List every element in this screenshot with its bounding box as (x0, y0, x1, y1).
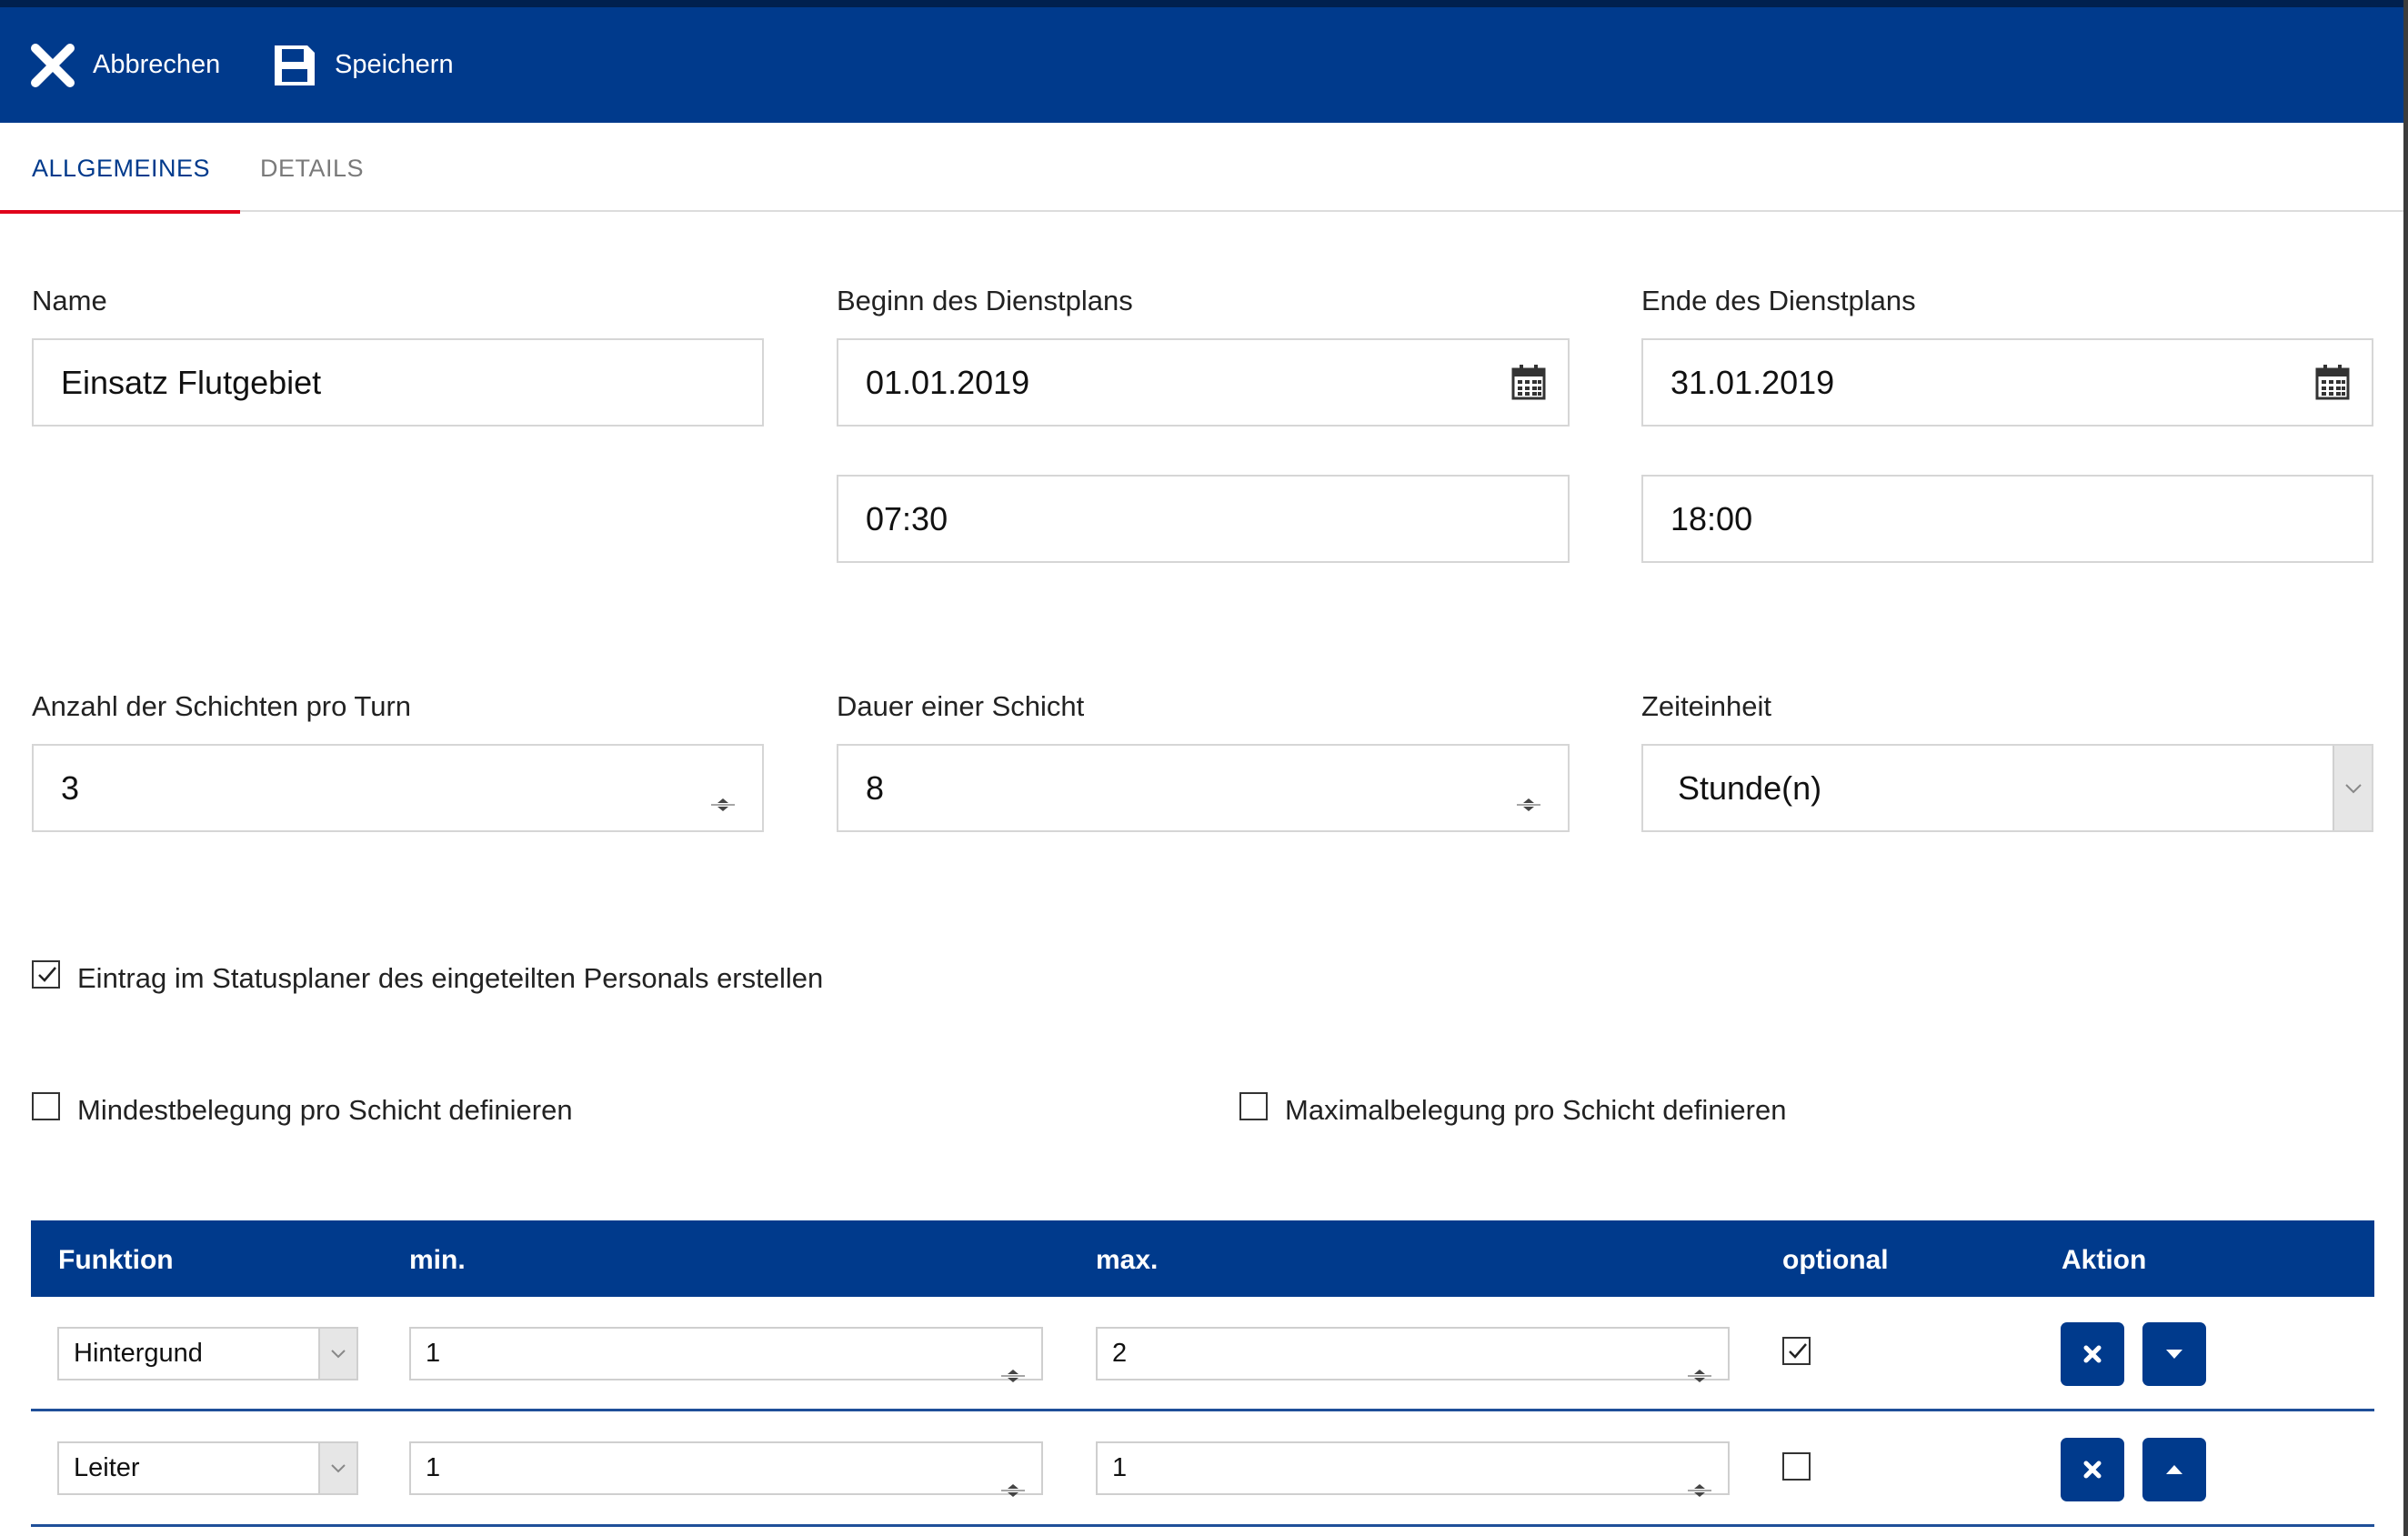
name-label: Name (32, 285, 107, 316)
max-value: 2 (1112, 1339, 1128, 1368)
begin-date-input[interactable]: 01.01.2019 (837, 338, 1570, 427)
chevron-down-icon[interactable] (318, 1443, 356, 1493)
column-header-optional: optional (1782, 1245, 1889, 1275)
function-select[interactable]: Hintergund (57, 1327, 358, 1380)
shifts-per-turn-value: 3 (61, 768, 80, 807)
begin-date-value: 01.01.2019 (866, 363, 1030, 401)
save-button[interactable]: Speichern (272, 7, 454, 123)
end-date-input[interactable]: 31.01.2019 (1641, 338, 2373, 427)
min-value: 1 (426, 1453, 441, 1482)
floppy-disk-icon (272, 43, 317, 88)
min-occupancy-checkbox[interactable] (32, 1092, 60, 1120)
delete-row-button[interactable] (2061, 1322, 2124, 1386)
column-header-action: Aktion (2062, 1245, 2147, 1275)
shift-duration-input[interactable]: 8 (837, 744, 1570, 832)
end-label: Ende des Dienstplans (1641, 285, 1916, 316)
cancel-button[interactable]: Abbrechen (30, 7, 220, 123)
table-header: Funktion min. max. optional Aktion (31, 1220, 2374, 1297)
tab-allgemeines[interactable]: ALLGEMEINES (0, 123, 241, 214)
end-date-value: 31.01.2019 (1671, 363, 1835, 401)
toolbar: Abbrechen Speichern (0, 0, 2403, 123)
time-unit-value: Stunde(n) (1678, 768, 1822, 807)
name-value: Einsatz Flutgebiet (61, 363, 322, 401)
save-label: Speichern (335, 50, 454, 79)
end-time-value: 18:00 (1671, 499, 1753, 537)
spinner-arrows-icon[interactable] (709, 783, 737, 821)
shifts-per-turn-label: Anzahl der Schichten pro Turn (32, 690, 412, 722)
optional-checkbox[interactable] (1782, 1337, 1811, 1365)
tab-details[interactable]: DETAILS (260, 123, 364, 212)
min-input[interactable]: 1 (409, 1327, 1043, 1382)
max-input[interactable]: 1 (1096, 1441, 1730, 1497)
column-header-max: max. (1096, 1245, 1159, 1275)
spinner-arrows-icon[interactable] (999, 1465, 1027, 1515)
shift-duration-label: Dauer einer Schicht (837, 690, 1085, 722)
end-time-input[interactable]: 18:00 (1641, 475, 2373, 563)
max-input[interactable]: 2 (1096, 1327, 1730, 1382)
caret-down-icon (2166, 1350, 2182, 1359)
function-value: Hintergund (74, 1339, 203, 1368)
close-icon (30, 43, 75, 88)
status-entry-checkbox[interactable] (32, 960, 60, 989)
spinner-arrows-icon[interactable] (1686, 1465, 1713, 1515)
column-header-min: min. (409, 1245, 466, 1275)
column-header-function: Funktion (58, 1245, 174, 1275)
check-icon (1789, 1343, 1807, 1359)
shifts-per-turn-input[interactable]: 3 (32, 744, 764, 832)
move-up-button[interactable] (2142, 1438, 2206, 1501)
spinner-arrows-icon[interactable] (1686, 1350, 1713, 1400)
max-occupancy-label: Maximalbelegung pro Schicht definieren (1285, 1094, 1787, 1126)
min-occupancy-label: Mindestbelegung pro Schicht definieren (77, 1094, 573, 1126)
status-entry-label: Eintrag im Statusplaner des eingeteilten… (77, 962, 824, 994)
check-icon (38, 967, 56, 982)
begin-time-input[interactable]: 07:30 (837, 475, 1570, 563)
move-down-button[interactable] (2142, 1322, 2206, 1386)
max-value: 1 (1112, 1453, 1128, 1482)
chevron-down-icon[interactable] (318, 1329, 356, 1379)
close-icon (2083, 1461, 2102, 1479)
min-input[interactable]: 1 (409, 1441, 1043, 1497)
function-value: Leiter (74, 1453, 140, 1482)
spinner-arrows-icon[interactable] (1515, 783, 1542, 821)
close-icon (2083, 1345, 2102, 1363)
calendar-icon[interactable] (2315, 364, 2350, 408)
window-border (2403, 0, 2408, 1536)
chevron-down-icon[interactable] (2333, 746, 2372, 830)
tab-bar: ALLGEMEINES DETAILS (0, 123, 2403, 214)
begin-time-value: 07:30 (866, 499, 948, 537)
begin-label: Beginn des Dienstplans (837, 285, 1133, 316)
delete-row-button[interactable] (2061, 1438, 2124, 1501)
row-divider (31, 1524, 2374, 1527)
shift-duration-value: 8 (866, 768, 885, 807)
min-value: 1 (426, 1339, 441, 1368)
calendar-icon[interactable] (1511, 364, 1546, 408)
cancel-label: Abbrechen (93, 50, 221, 79)
caret-up-icon (2166, 1465, 2182, 1474)
row-divider (31, 1409, 2374, 1411)
function-select[interactable]: Leiter (57, 1441, 358, 1495)
name-input[interactable]: Einsatz Flutgebiet (32, 338, 764, 427)
optional-checkbox[interactable] (1782, 1452, 1811, 1481)
time-unit-label: Zeiteinheit (1641, 690, 1772, 722)
time-unit-select[interactable]: Stunde(n) (1641, 744, 2373, 832)
spinner-arrows-icon[interactable] (999, 1350, 1027, 1400)
max-occupancy-checkbox[interactable] (1239, 1092, 1268, 1120)
